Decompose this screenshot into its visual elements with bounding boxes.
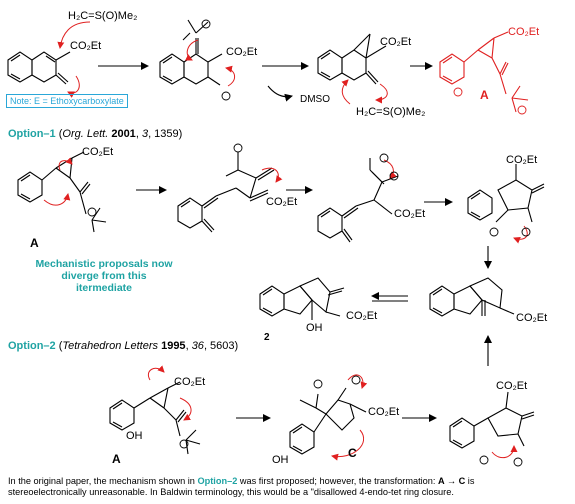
- caption-text-3: is: [465, 476, 475, 486]
- option1-year: 2001: [111, 128, 136, 140]
- option2-volume: 36: [191, 340, 204, 352]
- option2-structure-C: [289, 387, 367, 455]
- ylide-adduct-structure: [159, 19, 223, 86]
- caption: In the original paper, the mechanism sho…: [8, 476, 568, 498]
- option1-cyclopentanone-structure: [467, 164, 545, 223]
- option2-year: 1995: [161, 340, 186, 352]
- caption-option2-ref: Option–2: [197, 476, 238, 486]
- reagent-label-mid: H₂C=S(O)Me₂: [356, 106, 426, 118]
- reaction-arrows: [98, 62, 492, 422]
- ester-label-6: CO₂Et: [394, 208, 426, 220]
- option2-page: , 5603): [203, 340, 239, 352]
- caption-text-1: In the original paper, the mechanism sho…: [8, 476, 198, 486]
- option1-title: Option–1: [8, 128, 56, 140]
- ester-label-2: CO₂Et: [226, 46, 258, 58]
- option1-ring-opened-structure: [177, 152, 275, 233]
- ester-label-4: CO₂Et: [82, 146, 114, 158]
- oh-label-2: OH: [306, 322, 323, 334]
- mechanism-scheme: [7, 19, 545, 467]
- oh-label-A: OH: [126, 430, 143, 442]
- tricyclic-ketone-structure: [429, 277, 515, 317]
- option2-heading: Option–2 (Tetrahedron Letters 1995, 36, …: [8, 340, 239, 352]
- option2-journal: Tetrahedron Letters: [62, 340, 159, 352]
- label-A-option2: A: [112, 452, 121, 466]
- ester-label-8: CO₂Et: [346, 310, 378, 322]
- label-C: C: [348, 446, 357, 460]
- ester-label-12: CO₂Et: [496, 380, 528, 392]
- caption-text-2: was first proposed; however, the transfo…: [237, 476, 439, 486]
- ester-label-3: CO₂Et: [380, 36, 412, 48]
- option2-intermediate-structure: [449, 391, 535, 449]
- reagent-label-top: H₂C=S(O)Me₂: [68, 10, 138, 22]
- option1-journal: Org. Lett.: [62, 128, 109, 140]
- curved-electron-arrows: [43, 21, 528, 461]
- ester-label-11: CO₂Et: [368, 406, 400, 418]
- caption-line-2: stereoelectronically unreasonable. In Ba…: [8, 487, 454, 497]
- oh-label-C: OH: [272, 454, 289, 466]
- coumarin-structure: [7, 51, 71, 85]
- diverge-note: Mechanistic proposals now diverge from t…: [14, 258, 194, 294]
- caption-line-1: In the original paper, the mechanism sho…: [8, 476, 568, 487]
- note-box: Note: E = Ethoxycarboxylate: [6, 94, 128, 108]
- label-A-red: A: [480, 88, 489, 102]
- ester-label-9: CO₂Et: [516, 312, 548, 324]
- label-A-option1: A: [30, 236, 39, 250]
- ester-label-1: CO₂Et: [70, 40, 102, 52]
- cyclopropane-lactone-structure: [317, 33, 387, 85]
- charge-symbols: [87, 19, 531, 467]
- option1-heading: Option–1 (Org. Lett. 2001, 3, 1359): [8, 128, 183, 140]
- caption-transformation: A → C: [438, 476, 466, 486]
- label-2: 2: [264, 332, 270, 343]
- option1-ylide-enolate-structure: [317, 158, 399, 243]
- ester-label-7: CO₂Et: [506, 154, 538, 166]
- diverge-line-3: itermediate: [75, 282, 133, 294]
- ester-label-10: CO₂Et: [174, 376, 206, 388]
- ester-label-A-red: CO₂Et: [508, 26, 540, 38]
- option1-structure-A: [17, 151, 107, 233]
- dmso-label: DMSO: [300, 94, 330, 105]
- product-2-structure: [259, 277, 345, 320]
- option1-page: , 1359): [148, 128, 183, 140]
- ester-label-5: CO₂Et: [266, 196, 298, 208]
- diverge-line-2: diverge from this: [61, 270, 147, 282]
- diverge-line-1: Mechanistic proposals now: [35, 258, 173, 270]
- option2-title: Option–2: [8, 340, 56, 352]
